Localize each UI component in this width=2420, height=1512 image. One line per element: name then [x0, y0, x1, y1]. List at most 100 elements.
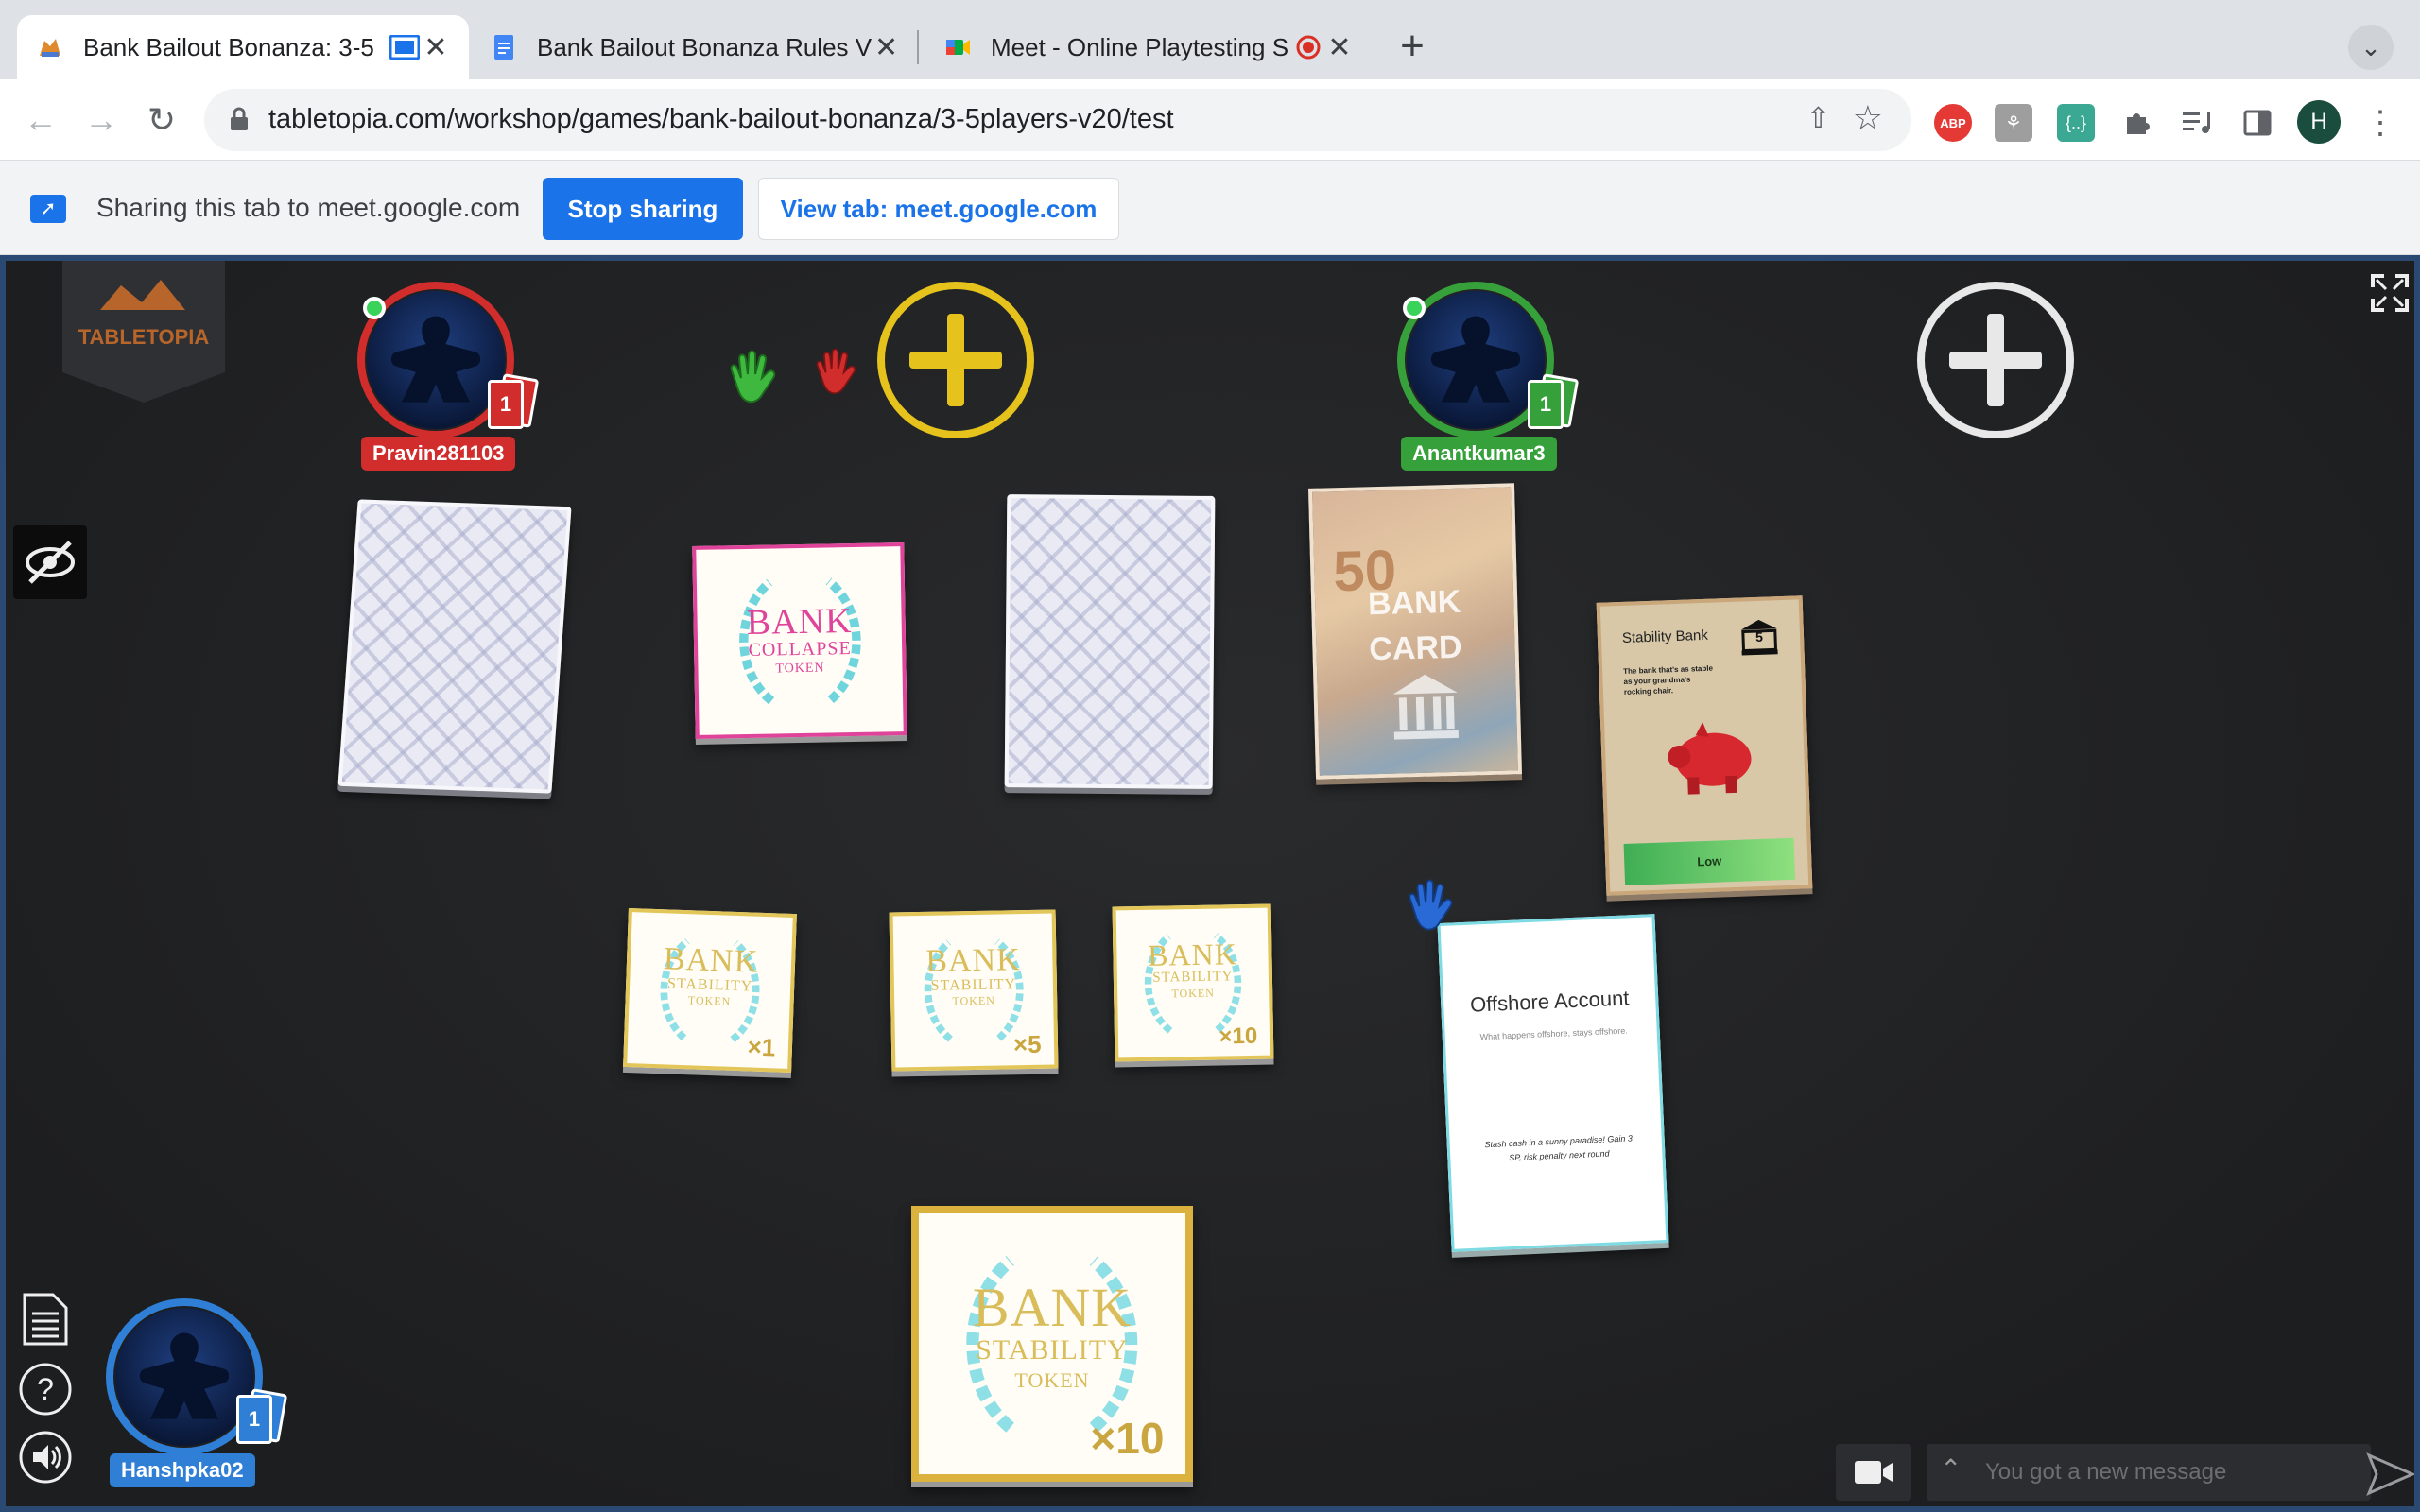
extension-icon[interactable]: ⚘	[1995, 104, 2032, 142]
tab-strip: Bank Bailout Bonanza: 3-5 ✕ Bank Bailout…	[0, 0, 2420, 79]
close-tab-icon[interactable]: ✕	[1325, 31, 1354, 64]
eye-off-icon	[26, 541, 75, 584]
google-meet-icon	[946, 40, 970, 55]
bank-card-deck[interactable]: 50 BANK CARD	[1308, 483, 1522, 780]
red-hand-icon	[816, 348, 856, 395]
hand-count-badge[interactable]: 1	[488, 373, 540, 431]
bank-card-line-1: BANK	[1367, 583, 1461, 623]
video-camera-icon	[1855, 1461, 1893, 1484]
kebab-menu-icon[interactable]: ⋮	[2361, 104, 2399, 142]
add-player-seat-yellow[interactable]	[877, 282, 1034, 438]
lock-icon	[231, 107, 248, 130]
token-multiplier: ×10	[1219, 1022, 1258, 1050]
svg-text:?: ?	[37, 1372, 54, 1406]
tab-title: Meet - Online Playtesting S	[991, 32, 1289, 61]
chevron-up-icon[interactable]: ⌃	[1940, 1453, 1962, 1485]
forward-arrow-icon[interactable]: →	[79, 98, 123, 142]
stability-token-large[interactable]: BANK STABILITY TOKEN ×10	[911, 1206, 1193, 1482]
url-text: tabletopia.com/workshop/games/bank-bailo…	[268, 104, 1174, 134]
reload-icon[interactable]: ↻	[140, 98, 183, 142]
video-chat-button[interactable]	[1836, 1444, 1911, 1501]
side-panel-icon[interactable]	[2238, 104, 2276, 142]
tab-search-chevron-down-icon[interactable]: ⌄	[2348, 25, 2394, 70]
card-body: Stash cash in a sunny paradise! Gain 3 S…	[1484, 1133, 1634, 1163]
tab-title: Bank Bailout Bonanza Rules V1	[537, 32, 873, 61]
token-multiplier: ×1	[747, 1032, 776, 1062]
token-line-2: STABILITY	[976, 1334, 1129, 1366]
help-icon[interactable]: ?	[15, 1359, 76, 1419]
game-table[interactable]: TABLETOPIA 1 Pravin281103 1 Anantkumar3 …	[0, 255, 2420, 1512]
bank-building-icon	[1392, 674, 1459, 740]
chat-bar[interactable]: ⌃ You got a new message	[1927, 1444, 2371, 1501]
token-line-1: BANK	[972, 1277, 1132, 1338]
bank-card-line-2: CARD	[1368, 628, 1463, 668]
hand-count: 1	[1528, 380, 1564, 429]
stability-level-bar: Low	[1623, 837, 1796, 886]
hide-show-toggle[interactable]	[13, 525, 87, 599]
card-title: Stability Bank	[1621, 627, 1709, 646]
draw-deck-left[interactable]	[337, 499, 572, 794]
close-tab-icon[interactable]: ✕	[422, 31, 450, 64]
card-cost-badge: 5	[1738, 617, 1779, 656]
view-tab-button[interactable]: View tab: meet.google.com	[758, 178, 1119, 240]
card-subtitle: What happens offshore, stays offshore.	[1479, 1025, 1628, 1042]
hand-count-badge[interactable]: 1	[236, 1388, 288, 1446]
offshore-account-card[interactable]: Offshore Account What happens offshore, …	[1437, 914, 1669, 1252]
tabletopia-logo[interactable]: TABLETOPIA	[62, 261, 225, 403]
card-description: The bank that's as stable as your grandm…	[1623, 663, 1714, 696]
music-queue-icon	[2183, 112, 2210, 133]
media-controls-icon[interactable]	[2178, 104, 2216, 142]
token-line-1: BANK	[925, 942, 1021, 979]
send-icon[interactable]	[2363, 1446, 2418, 1501]
online-status-dot	[1403, 297, 1426, 319]
json-extension-icon[interactable]: {..}	[2057, 104, 2095, 142]
token-line-2: STABILITY	[1152, 969, 1234, 986]
address-bar[interactable]: tabletopia.com/workshop/games/bank-bailo…	[204, 89, 1911, 151]
token-line-3: TOKEN	[952, 993, 996, 1008]
token-multiplier: ×5	[1012, 1029, 1042, 1058]
screen-share-icon: ➚	[30, 195, 66, 223]
adblock-extension-icon[interactable]: ABP	[1934, 104, 1972, 142]
sound-icon[interactable]	[15, 1427, 76, 1487]
tabletopia-favicon-icon	[40, 39, 60, 57]
bookmark-star-icon[interactable]: ☆	[1853, 98, 1883, 138]
draw-deck-middle[interactable]	[1004, 494, 1216, 789]
player-name-hanshpka: Hanshpka02	[110, 1453, 255, 1487]
profile-avatar[interactable]: H	[2297, 100, 2341, 144]
player-name-anantkumar: Anantkumar3	[1401, 437, 1557, 471]
token-line-3: TOKEN	[1171, 986, 1216, 1001]
tab-rules-doc[interactable]: Bank Bailout Bonanza Rules V1 ✕	[471, 15, 919, 79]
extensions-puzzle-icon[interactable]	[2118, 104, 2155, 142]
card-title: Offshore Account	[1469, 986, 1630, 1017]
new-tab-button[interactable]: +	[1388, 23, 1437, 72]
green-hand-icon	[730, 350, 776, 404]
recording-indicator-icon	[1296, 35, 1321, 60]
close-tab-icon[interactable]: ✕	[873, 31, 900, 64]
tab-google-meet[interactable]: Meet - Online Playtesting S ✕	[925, 15, 1373, 79]
hand-count-badge[interactable]: 1	[1528, 373, 1580, 431]
stop-sharing-button[interactable]: Stop sharing	[543, 178, 743, 240]
token-multiplier: ×10	[1090, 1413, 1165, 1463]
add-player-seat-white[interactable]	[1917, 282, 2074, 438]
fullscreen-icon[interactable]	[2369, 272, 2411, 314]
piggy-bank-icon	[1668, 722, 1752, 795]
stability-token-x10[interactable]: BANK STABILITY TOKEN ×10	[1112, 903, 1274, 1062]
token-line-3: TOKEN	[1014, 1368, 1090, 1392]
sharing-status-text: Sharing this tab to meet.google.com	[96, 193, 521, 222]
tab-title: Bank Bailout Bonanza: 3-5	[83, 32, 374, 61]
token-line-2: COLLAPSE	[748, 638, 852, 661]
logo-text: TABLETOPIA	[78, 325, 210, 349]
bank-collapse-token[interactable]: BANK COLLAPSE TOKEN	[692, 542, 908, 739]
player-cursor-hand-icon	[1409, 879, 1453, 931]
hand-count: 1	[488, 380, 524, 429]
tab-sharing-banner: ➚ Sharing this tab to meet.google.com St…	[0, 161, 2420, 255]
tab-tabletopia[interactable]: Bank Bailout Bonanza: 3-5 ✕	[17, 15, 469, 79]
back-arrow-icon[interactable]: ←	[19, 98, 62, 142]
share-icon[interactable]: ⇧	[1806, 102, 1830, 135]
bank-card-title: BANK CARD	[1315, 577, 1515, 673]
stability-token-x1[interactable]: BANK STABILITY TOKEN ×1	[623, 907, 797, 1074]
puzzle-icon	[2127, 113, 2150, 134]
stability-bank-card[interactable]: Stability Bank 5 The bank that's as stab…	[1596, 595, 1813, 896]
stability-token-x5[interactable]: BANK STABILITY TOKEN ×5	[889, 909, 1059, 1072]
rules-document-icon[interactable]	[15, 1289, 76, 1349]
